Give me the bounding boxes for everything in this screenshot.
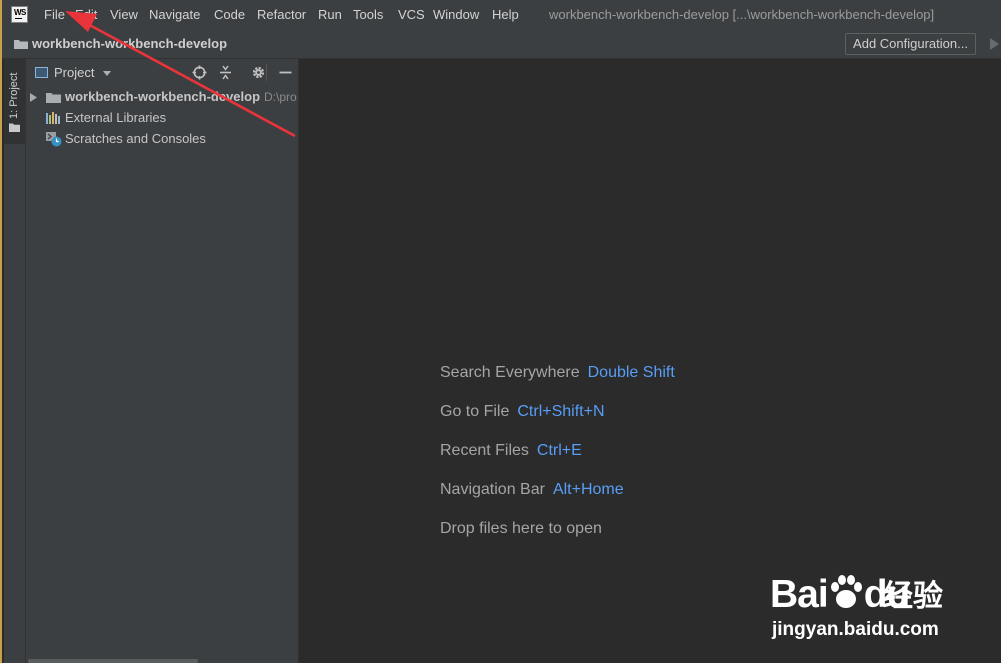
- breadcrumb-project[interactable]: workbench-workbench-develop: [32, 36, 227, 52]
- hint-recent-files: Recent Files Ctrl+E: [440, 441, 582, 461]
- tree-item-label: Scratches and Consoles: [65, 131, 206, 146]
- ide-window: WS File Edit View Navigate Code Refactor…: [0, 0, 1001, 663]
- locate-target-icon[interactable]: [192, 65, 207, 80]
- add-configuration-button[interactable]: Add Configuration...: [845, 33, 976, 55]
- gear-icon[interactable]: [251, 65, 266, 80]
- menu-tools[interactable]: Tools: [353, 7, 383, 23]
- menu-code[interactable]: Code: [214, 7, 245, 23]
- tree-item-scratches[interactable]: Scratches and Consoles: [26, 129, 298, 150]
- libraries-icon: [46, 112, 60, 124]
- project-panel-header: Project: [26, 59, 298, 86]
- hint-shortcut: Ctrl+E: [536, 442, 582, 459]
- menu-run[interactable]: Run: [318, 7, 342, 23]
- hint-go-to-file: Go to File Ctrl+Shift+N: [440, 402, 605, 422]
- menu-window[interactable]: Window: [433, 7, 479, 23]
- menu-edit[interactable]: Edit: [75, 7, 97, 23]
- menu-navigate[interactable]: Navigate: [149, 7, 200, 23]
- hint-drop-files: Drop files here to open: [440, 519, 602, 539]
- hint-shortcut: Ctrl+Shift+N: [517, 403, 605, 420]
- scratches-icon: [46, 132, 62, 147]
- menu-file[interactable]: File: [44, 7, 65, 23]
- horizontal-scrollbar[interactable]: [28, 659, 198, 663]
- tree-item-project-root[interactable]: workbench-workbench-develop D:\pro: [26, 87, 298, 108]
- hint-label: Recent Files: [440, 442, 529, 459]
- chevron-down-icon[interactable]: [103, 71, 111, 76]
- baidu-jingyan-watermark: Bai du 经验 jingyan.baidu.com: [768, 553, 998, 643]
- hint-label: Search Everywhere: [440, 364, 580, 381]
- hint-label: Go to File: [440, 403, 510, 420]
- watermark-url: jingyan.baidu.com: [772, 619, 939, 640]
- menu-view[interactable]: View: [110, 7, 138, 23]
- menu-vcs[interactable]: VCS: [398, 7, 425, 23]
- folder-icon: [9, 123, 20, 132]
- folder-icon: [14, 40, 28, 49]
- run-icon[interactable]: [990, 38, 999, 50]
- tree-item-label: External Libraries: [65, 110, 167, 125]
- hint-label: Drop files here to open: [440, 520, 602, 537]
- hint-shortcut: Alt+Home: [552, 481, 624, 498]
- tool-window-stripe: 1: Project: [4, 59, 26, 663]
- menu-refactor[interactable]: Refactor: [257, 7, 306, 23]
- expand-arrow-icon[interactable]: [30, 93, 37, 102]
- tree-item-external-libraries[interactable]: External Libraries: [26, 108, 298, 129]
- project-view-selector[interactable]: Project: [54, 65, 94, 81]
- header-divider: [266, 64, 267, 81]
- project-tool-tab[interactable]: 1: Project: [4, 59, 25, 144]
- navigation-bar: workbench-workbench-develop Add Configur…: [2, 30, 1001, 59]
- tree-item-label: workbench-workbench-develop: [65, 89, 261, 104]
- tree-item-path: D:\pro: [264, 90, 297, 104]
- webstorm-logo-icon[interactable]: WS: [11, 6, 28, 23]
- hint-navigation-bar: Navigation Bar Alt+Home: [440, 480, 624, 500]
- menu-bar: WS File Edit View Navigate Code Refactor…: [2, 0, 1001, 30]
- collapse-all-icon[interactable]: [218, 65, 233, 80]
- hint-label: Navigation Bar: [440, 481, 545, 498]
- project-view-icon: [35, 67, 48, 78]
- hint-shortcut: Double Shift: [587, 364, 675, 381]
- menu-help[interactable]: Help: [492, 7, 519, 23]
- paw-icon: [830, 575, 862, 608]
- project-panel: Project workbench-workbench-develop D:\p…: [26, 59, 299, 663]
- minimize-icon[interactable]: [278, 65, 293, 80]
- folder-icon: [46, 93, 61, 103]
- watermark-cn: 经验: [883, 579, 943, 614]
- project-tool-tab-label: 1: Project: [8, 72, 20, 119]
- hint-search-everywhere: Search Everywhere Double Shift: [440, 363, 675, 383]
- window-title: workbench-workbench-develop [...\workben…: [549, 7, 935, 22]
